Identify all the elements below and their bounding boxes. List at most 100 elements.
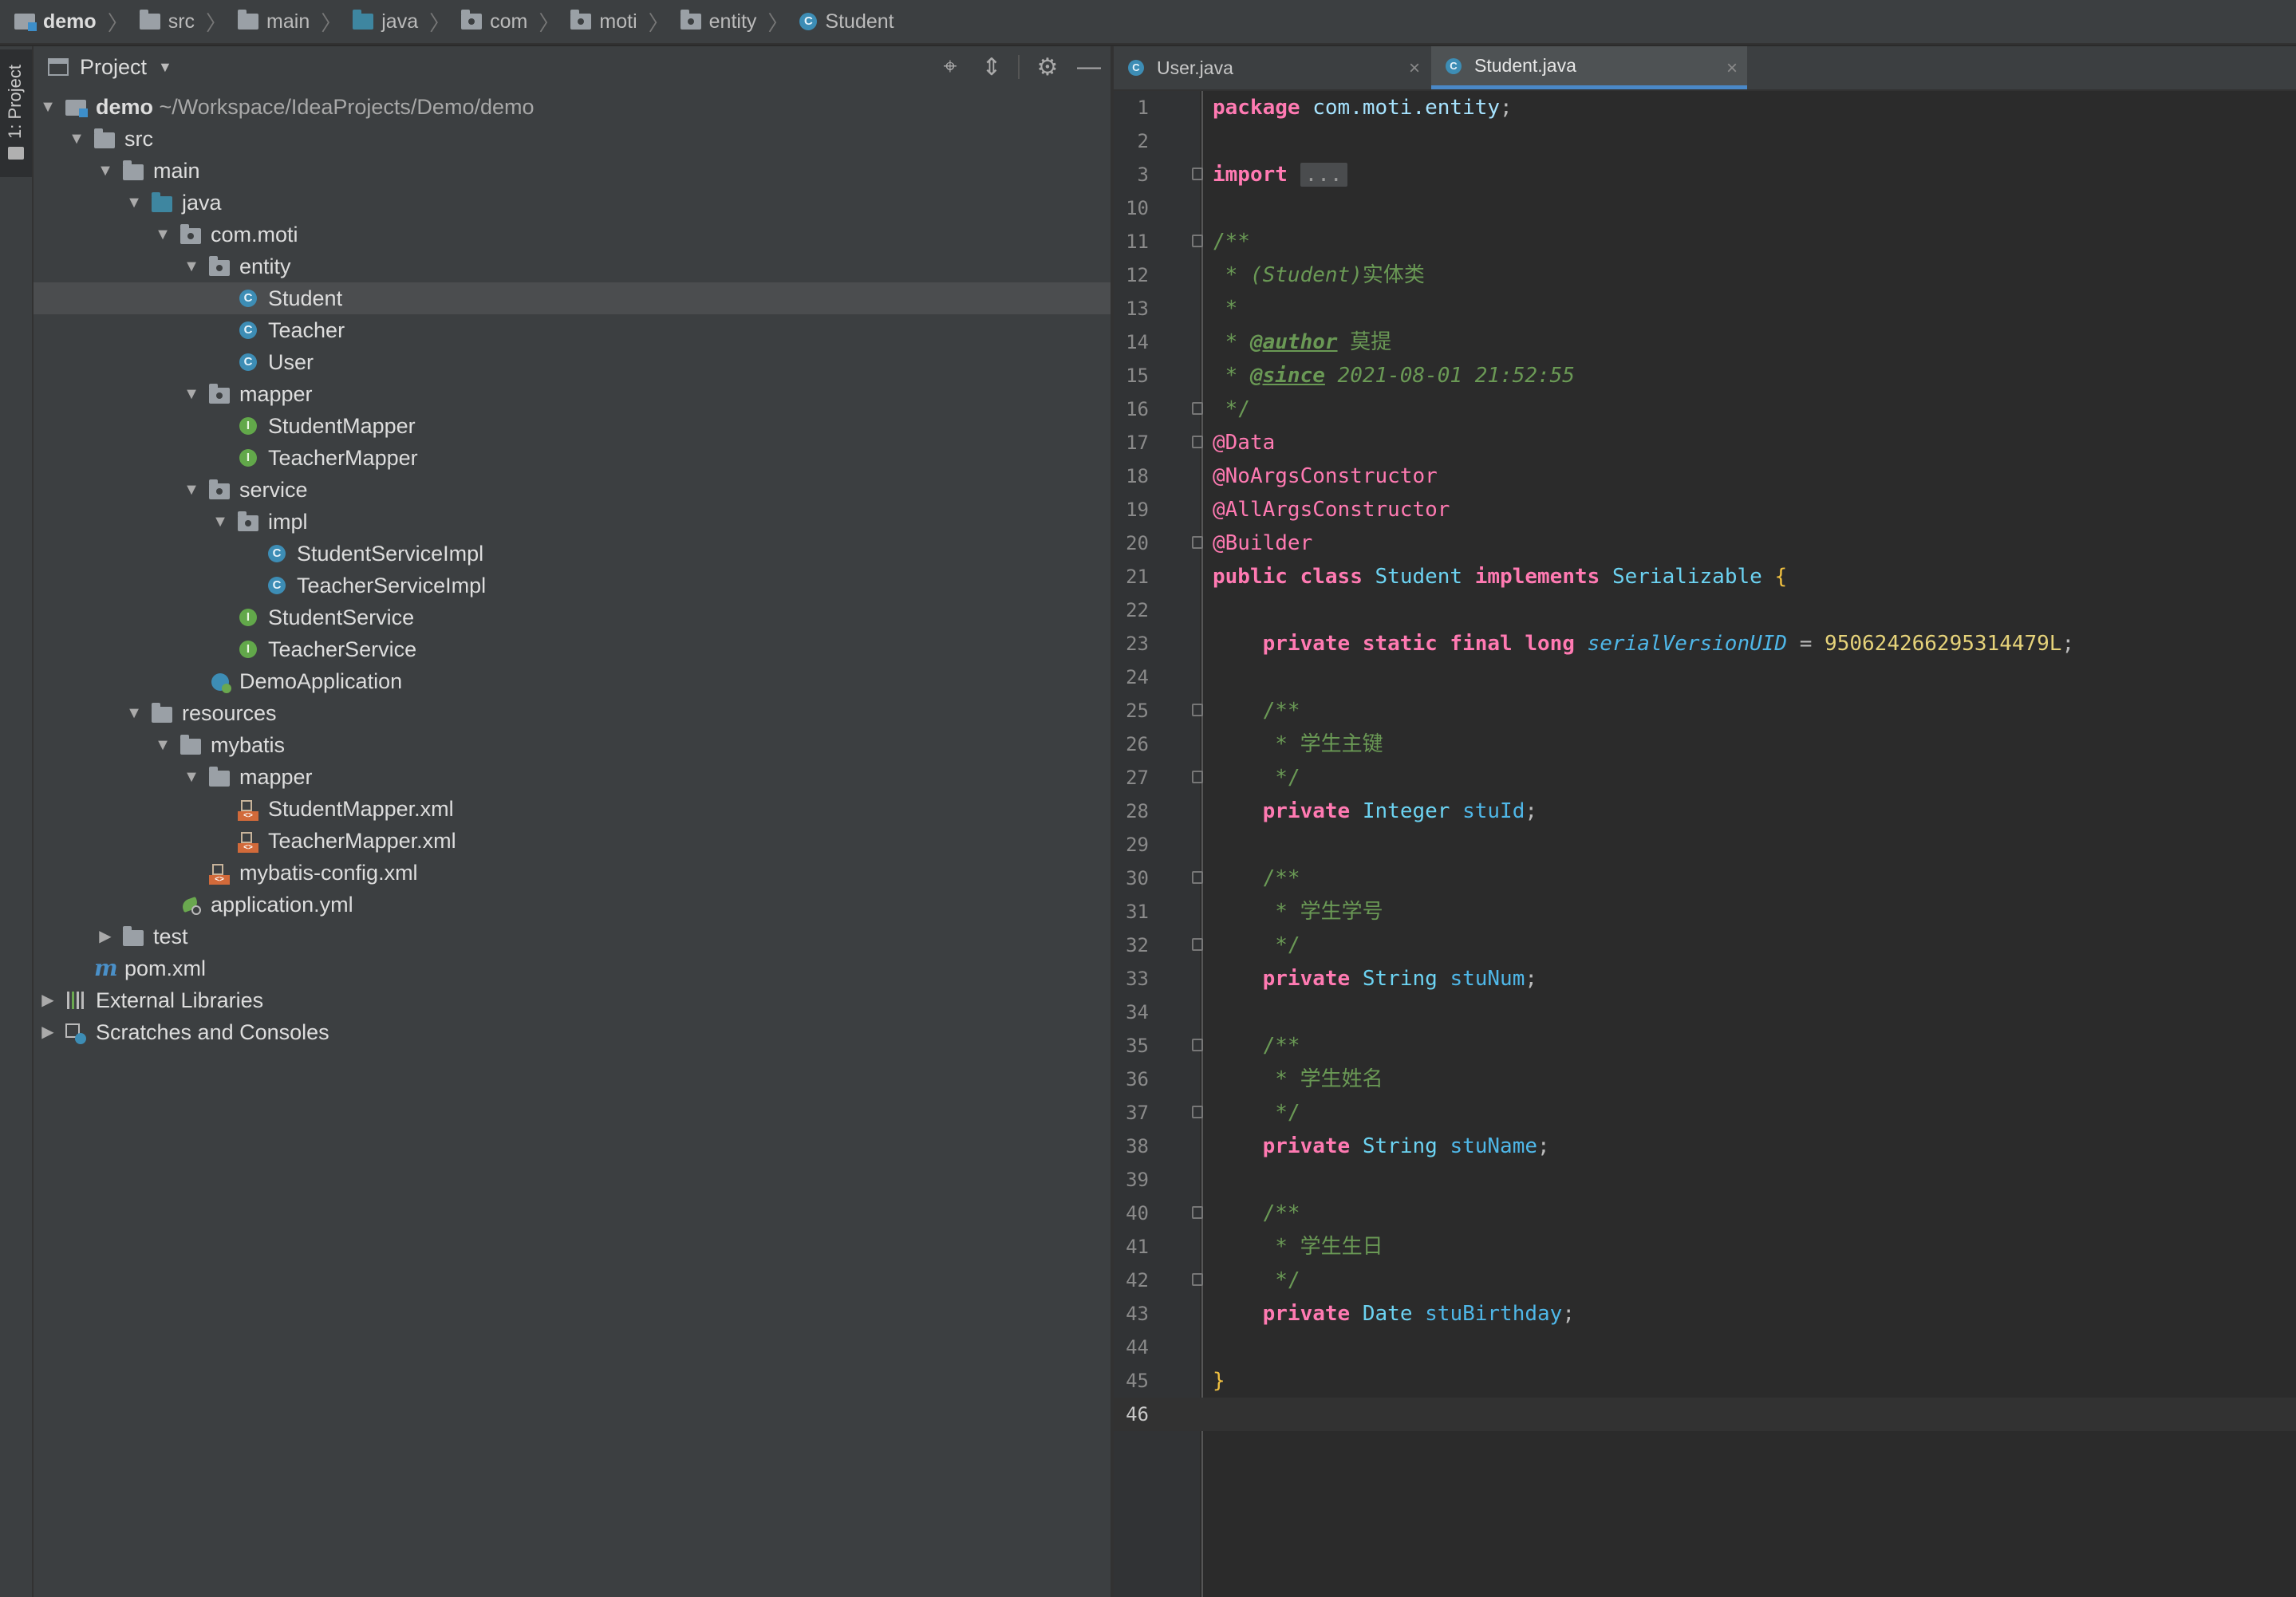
tree-item-scratches[interactable]: ▶ Scratches and Consoles — [34, 1016, 1111, 1048]
fold-marker-icon[interactable] — [1192, 871, 1203, 884]
tree-item-external-libraries[interactable]: ▶ External Libraries — [34, 984, 1111, 1016]
tree-item-teacher[interactable]: C Teacher — [34, 314, 1111, 346]
fold-marker-icon[interactable] — [1192, 235, 1203, 247]
tree-item-src[interactable]: ▼ src — [34, 123, 1111, 155]
tree-item-mybatis[interactable]: ▼ mybatis — [34, 729, 1111, 761]
tree-item-service[interactable]: ▼ service — [34, 474, 1111, 506]
tree-item-demo[interactable]: ▼ demo ~/Workspace/IdeaProjects/Demo/dem… — [34, 91, 1111, 123]
chevron-down-icon[interactable]: ▼ — [182, 761, 201, 793]
tree-item-main[interactable]: ▼ main — [34, 155, 1111, 187]
tree-item-student-service[interactable]: I StudentService — [34, 601, 1111, 633]
fold-marker-icon[interactable] — [1192, 168, 1203, 180]
tree-item-label: com.moti — [211, 223, 298, 246]
collapse-all-icon[interactable]: ⇕ — [978, 53, 1005, 81]
fold-marker-icon[interactable] — [1192, 1206, 1203, 1219]
chevron-down-icon[interactable]: ▼ — [96, 155, 115, 187]
breadcrumb-item-moti[interactable]: moti — [570, 10, 637, 34]
tree-item-mapper[interactable]: ▼ mapper — [34, 378, 1111, 410]
chevron-right-icon[interactable]: ▶ — [38, 1016, 57, 1048]
tree-item-resources[interactable]: ▼ resources — [34, 697, 1111, 729]
project-tool-window-button[interactable]: 1: Project — [0, 49, 32, 177]
line-number: 29 — [1126, 834, 1149, 856]
tree-item-mybatis-config-xml[interactable]: mybatis-config.xml — [34, 857, 1111, 889]
package-icon — [209, 384, 230, 404]
tree-item-teacher-mapper[interactable]: I TeacherMapper — [34, 442, 1111, 474]
chevron-down-icon[interactable]: ▼ — [182, 250, 201, 282]
tree-item-pom-xml[interactable]: m pom.xml — [34, 952, 1111, 984]
chevron-down-icon[interactable]: ▼ — [67, 123, 86, 155]
tree-item-student-service-impl[interactable]: C StudentServiceImpl — [34, 538, 1111, 570]
breadcrumb-item-main[interactable]: main — [238, 10, 310, 34]
tree-item-teacher-mapper-xml[interactable]: TeacherMapper.xml — [34, 825, 1111, 857]
target-icon[interactable]: ⌖ — [937, 53, 964, 81]
tree-item-application-yml[interactable]: application.yml — [34, 889, 1111, 921]
line-number: 25 — [1126, 700, 1149, 722]
breadcrumb-item-src[interactable]: src — [139, 10, 195, 34]
fold-marker-icon[interactable] — [1192, 1039, 1203, 1051]
chevron-down-icon[interactable]: ▼ — [182, 378, 201, 410]
fold-marker-icon[interactable] — [1192, 436, 1203, 448]
chevron-down-icon[interactable]: ▼ — [153, 729, 172, 761]
project-view-icon — [48, 58, 69, 76]
tree-item-demo-application[interactable]: DemoApplication — [34, 665, 1111, 697]
chevron-right-icon[interactable]: ▶ — [38, 984, 57, 1016]
fold-marker-icon[interactable] — [1192, 704, 1203, 716]
chevron-down-icon[interactable]: ▼ — [124, 187, 144, 219]
tree-item-student-mapper-xml[interactable]: StudentMapper.xml — [34, 793, 1111, 825]
folder-icon — [123, 926, 144, 946]
tree-item-com-moti[interactable]: ▼ com.moti — [34, 219, 1111, 250]
tree-item-label: StudentMapper.xml — [268, 797, 454, 821]
tree-item-label: mybatis — [211, 733, 286, 757]
tree-item-student-mapper[interactable]: I StudentMapper — [34, 410, 1111, 442]
chevron-down-icon[interactable]: ▼ — [182, 474, 201, 506]
project-panel-header: Project ▼ ⌖ ⇕ ⚙ — — [34, 46, 1111, 88]
chevron-down-icon[interactable]: ▼ — [38, 91, 57, 123]
gear-icon[interactable]: ⚙ — [1034, 53, 1061, 81]
doc-comment: */ — [1213, 933, 1300, 957]
code-line: 2 — [1114, 124, 2296, 158]
breadcrumb-item-com[interactable]: com — [461, 10, 527, 34]
line-number: 38 — [1126, 1135, 1149, 1157]
keyword: private — [1262, 1134, 1351, 1158]
tree-item-mybatis-mapper[interactable]: ▼ mapper — [34, 761, 1111, 793]
chevron-down-icon[interactable]: ▼ — [158, 59, 172, 76]
code-area[interactable]: 1 package com.moti.entity; 2 3 import ... … — [1114, 91, 2296, 1431]
class-icon: C — [239, 321, 257, 339]
code-line: 23 private static final long serialVersi… — [1114, 627, 2296, 660]
close-icon[interactable]: × — [1726, 57, 1738, 80]
doc-comment: /** — [1213, 1034, 1300, 1058]
tab-user-java[interactable]: C User.java × — [1114, 46, 1430, 89]
tree-item-test[interactable]: ▶ test — [34, 921, 1111, 952]
chevron-right-icon[interactable]: ▶ — [96, 921, 115, 952]
chevron-down-icon[interactable]: ▼ — [211, 506, 230, 538]
breadcrumb-item-entity[interactable]: entity — [680, 10, 756, 34]
fold-marker-icon[interactable] — [1192, 1273, 1203, 1286]
fold-marker-icon[interactable] — [1192, 1106, 1203, 1118]
tree-item-label: mapper — [239, 382, 313, 406]
breadcrumb-item-demo[interactable]: demo — [14, 10, 97, 34]
chevron-down-icon[interactable]: ▼ — [153, 219, 172, 250]
folded-imports[interactable]: ... — [1300, 163, 1347, 187]
code-line: 43 private Date stuBirthday; — [1114, 1297, 2296, 1331]
fold-marker-icon[interactable] — [1192, 536, 1203, 549]
tab-student-java[interactable]: C Student.java × — [1431, 46, 1747, 89]
interface-icon: I — [239, 417, 257, 435]
tree-item-entity[interactable]: ▼ entity — [34, 250, 1111, 282]
project-view-selector[interactable]: Project — [80, 55, 147, 80]
tree-item-user[interactable]: C User — [34, 346, 1111, 378]
chevron-down-icon[interactable]: ▼ — [124, 697, 144, 729]
tree-item-teacher-service-impl[interactable]: C TeacherServiceImpl — [34, 570, 1111, 601]
breadcrumb-item-student[interactable]: C Student — [799, 10, 894, 34]
minimize-icon[interactable]: — — [1075, 53, 1103, 81]
breadcrumb-item-java[interactable]: java — [353, 10, 418, 34]
code-line: 25 /** — [1114, 694, 2296, 728]
tree-item-student[interactable]: C Student — [34, 282, 1111, 314]
fold-marker-icon[interactable] — [1192, 938, 1203, 951]
tree-item-impl[interactable]: ▼ impl — [34, 506, 1111, 538]
fold-marker-icon[interactable] — [1192, 771, 1203, 783]
line-number: 23 — [1126, 633, 1149, 655]
tree-item-java[interactable]: ▼ java — [34, 187, 1111, 219]
tree-item-teacher-service[interactable]: I TeacherService — [34, 633, 1111, 665]
fold-marker-icon[interactable] — [1192, 402, 1203, 415]
close-icon[interactable]: × — [1409, 57, 1420, 80]
